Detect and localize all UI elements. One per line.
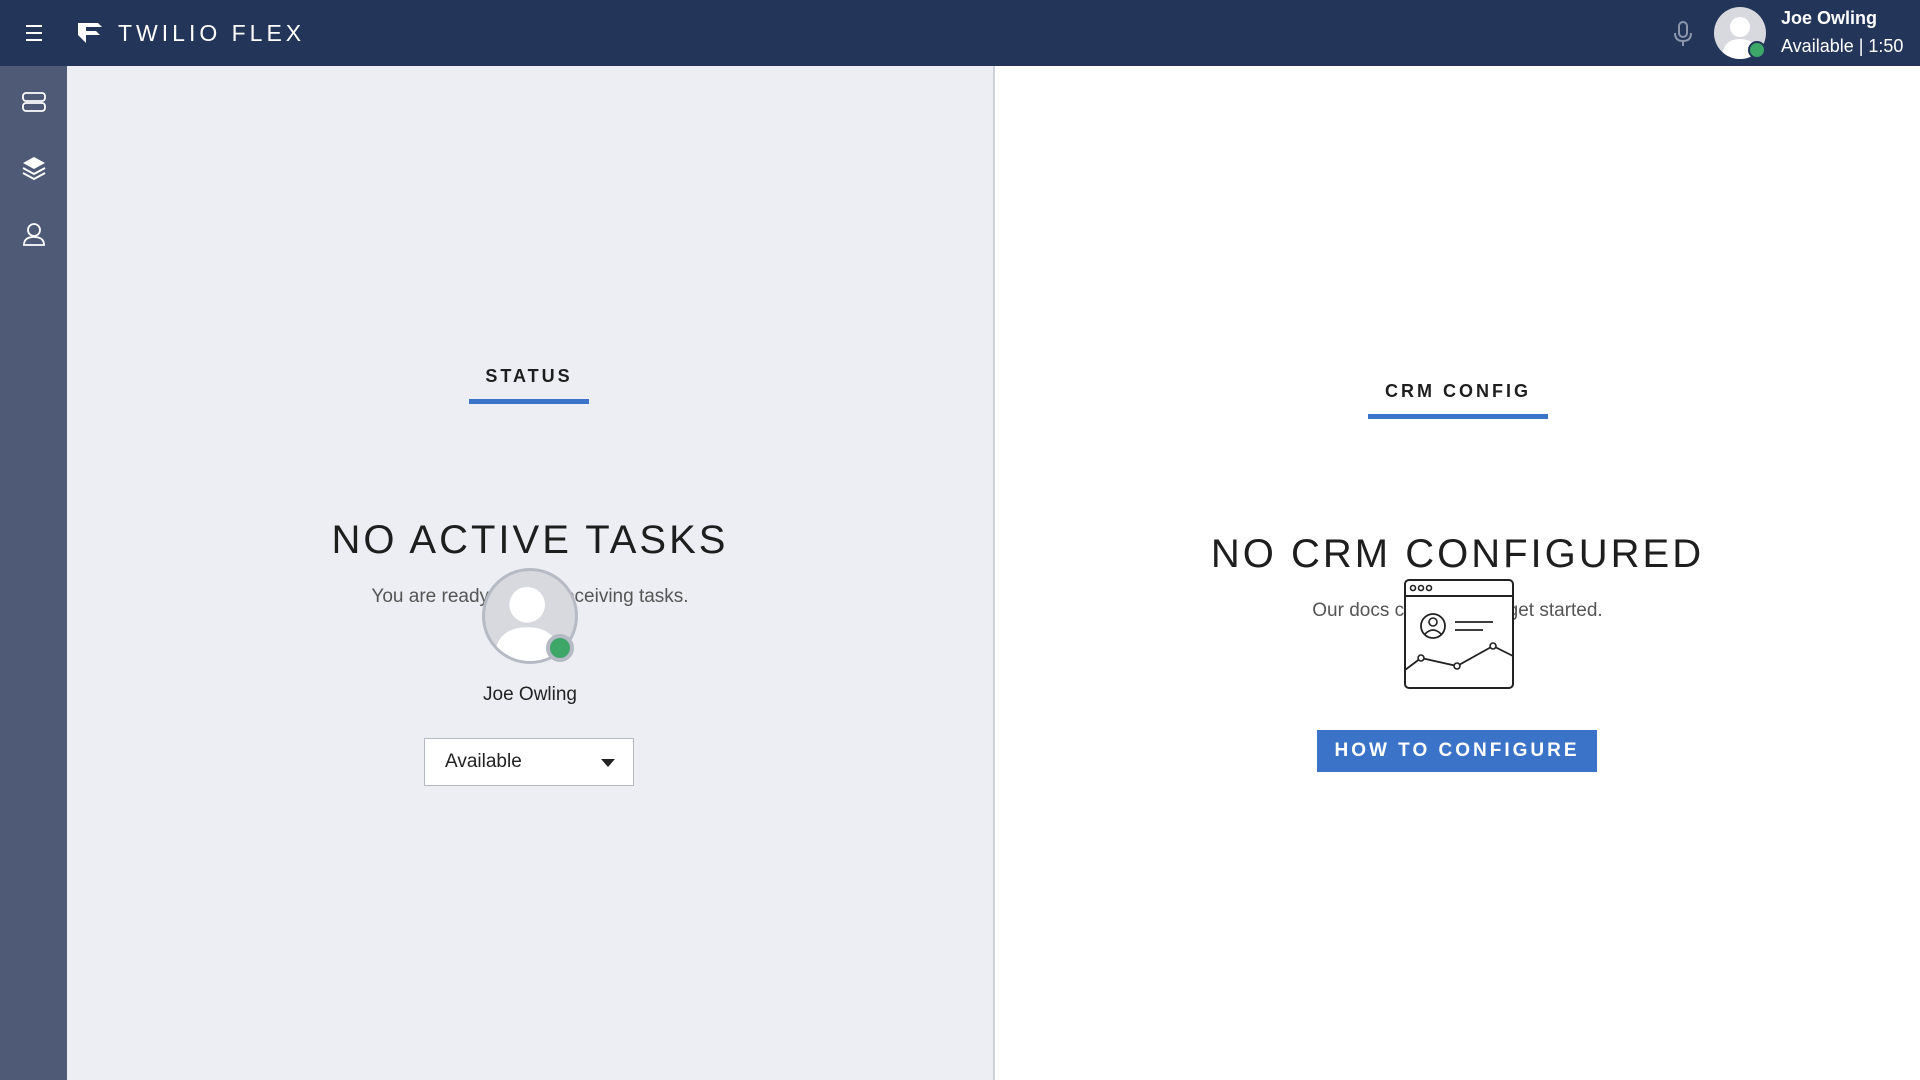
no-active-tasks-title: NO ACTIVE TASKS: [331, 518, 729, 562]
user-activity-status[interactable]: Available | 1:50: [1781, 36, 1903, 57]
status-panel: STATUS NO ACTIVE TASKS You are ready to …: [67, 66, 995, 1080]
browser-profile-chart-icon: [1404, 579, 1514, 689]
no-crm-title: NO CRM CONFIGURED: [1210, 532, 1705, 576]
activity-select[interactable]: Available: [424, 738, 634, 786]
availability-dot-icon: [1748, 41, 1766, 59]
app-title: TWILIO FLEX: [118, 20, 306, 46]
agent-name: Joe Owling: [483, 684, 577, 705]
activity-select-value: Available: [445, 751, 522, 772]
user-name: Joe Owling: [1781, 8, 1878, 28]
hamburger-menu-icon[interactable]: [22, 22, 46, 44]
caret-down-icon: [601, 759, 615, 767]
server-stack-icon: [21, 92, 46, 112]
nav-item-teams[interactable]: [0, 206, 67, 262]
twilio-flex-logo: [78, 23, 102, 43]
how-to-configure-button[interactable]: HOW TO CONFIGURE: [1317, 730, 1597, 772]
microphone-icon[interactable]: [1672, 20, 1694, 48]
users-icon: [22, 223, 45, 246]
nav-item-agent-desktop[interactable]: [0, 74, 67, 130]
tab-crm-config[interactable]: CRM CONFIG: [1368, 381, 1548, 419]
layers-icon: [22, 157, 45, 181]
top-bar: TWILIO FLEX Joe Owling Available | 1:50: [0, 0, 1920, 66]
tab-status[interactable]: STATUS: [469, 366, 589, 404]
side-navigation: [0, 66, 67, 1080]
availability-dot-icon: [546, 634, 574, 662]
crm-panel: CRM CONFIG NO CRM CONFIGURED Our docs ca…: [995, 66, 1920, 1080]
nav-item-queues[interactable]: [0, 140, 67, 196]
